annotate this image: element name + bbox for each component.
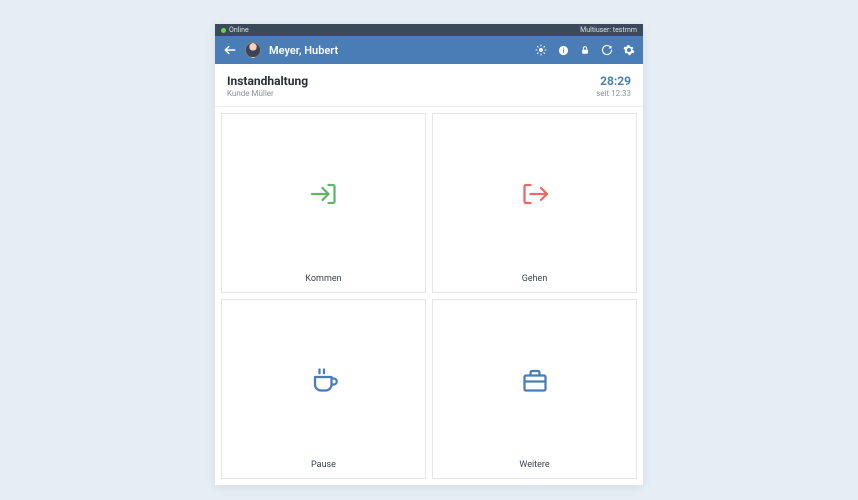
sync-button[interactable] [601, 44, 613, 56]
arrow-left-icon [223, 43, 237, 57]
task-title: Instandhaltung [227, 74, 308, 88]
brightness-button[interactable] [535, 44, 547, 56]
lock-button[interactable] [579, 44, 591, 56]
context-header: Instandhaltung Kunde Müller 28:29 seit 1… [215, 64, 643, 107]
sun-icon [535, 44, 547, 56]
pause-tile[interactable]: Pause [221, 299, 426, 479]
status-bar: Online Multiuser: testmm [215, 24, 643, 36]
coffee-cup-icon [306, 362, 342, 398]
multiuser-label: Multiuser: testmm [580, 26, 637, 34]
app-bar: Meyer, Hubert [215, 36, 643, 64]
tile-label: Gehen [522, 274, 548, 292]
go-tile[interactable]: Gehen [432, 113, 637, 293]
tile-label: Pause [311, 460, 336, 478]
sync-icon [601, 44, 613, 56]
task-subtitle: Kunde Müller [227, 89, 308, 98]
come-tile[interactable]: Kommen [221, 113, 426, 293]
back-button[interactable] [223, 43, 237, 57]
user-name: Meyer, Hubert [269, 44, 527, 57]
tile-label: Kommen [305, 274, 341, 292]
lock-icon [580, 44, 590, 56]
elapsed-timer: 28:29 [596, 74, 631, 88]
connection-status: Online [229, 26, 249, 34]
app-window: Online Multiuser: testmm Meyer, Hubert [215, 24, 643, 485]
more-tile[interactable]: Weitere [432, 299, 637, 479]
since-label: seit 12:33 [596, 89, 631, 98]
enter-icon [306, 176, 342, 212]
action-grid: Kommen Gehen Pause [215, 107, 643, 485]
info-icon [558, 45, 569, 56]
briefcase-icon [517, 362, 553, 398]
info-button[interactable] [557, 44, 569, 56]
settings-button[interactable] [623, 44, 635, 56]
avatar [245, 42, 261, 58]
exit-icon [517, 176, 553, 212]
tile-label: Weitere [519, 460, 549, 478]
online-indicator-icon [221, 28, 226, 33]
gear-icon [623, 44, 635, 56]
